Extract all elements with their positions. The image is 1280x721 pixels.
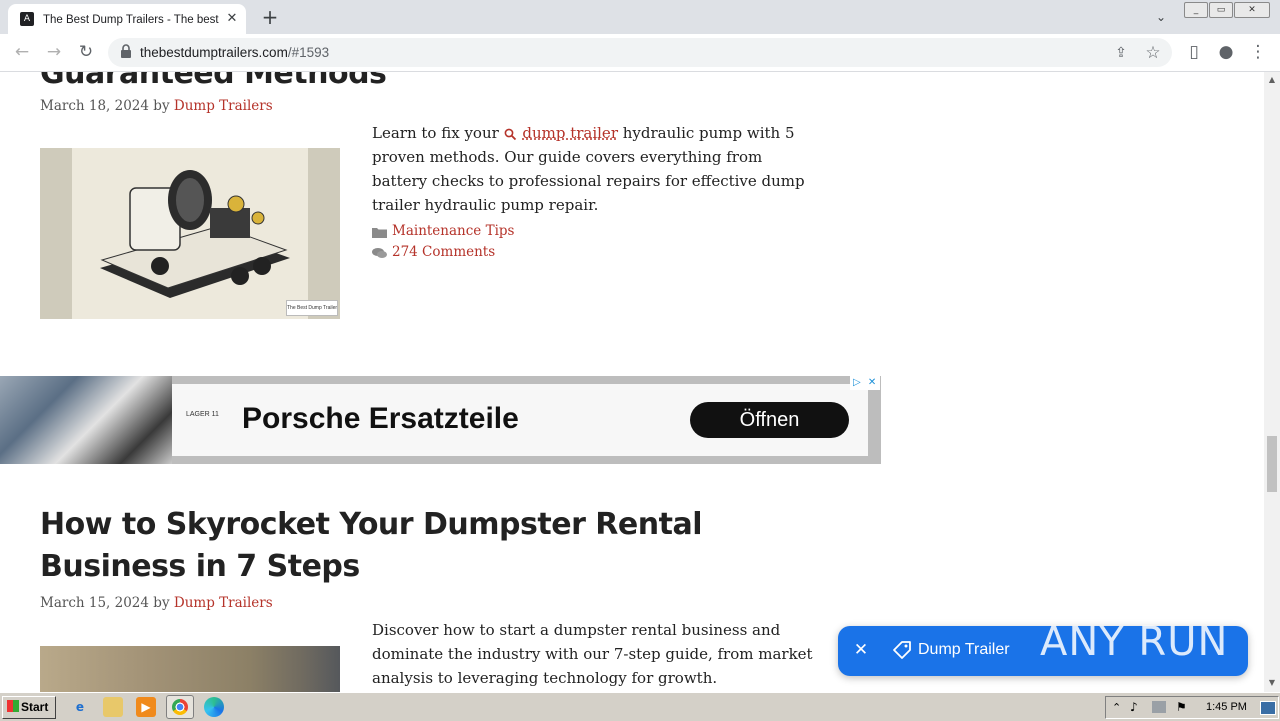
share-icon[interactable]: ⇪ <box>1110 42 1132 64</box>
bookmark-star-icon[interactable]: ☆ <box>1142 42 1164 64</box>
browser-menu-icon[interactable]: ⋮ <box>1244 38 1272 66</box>
post-meta: March 18, 2024 by Dump Trailers <box>40 98 273 114</box>
taskbar: Start e ▶ ⌃ ♪ ⚑ 1:45 PM <box>0 692 1280 721</box>
folder-icon[interactable] <box>103 697 123 717</box>
address-bar[interactable]: thebestdumptrailers.com/#1593 ⇪ ☆ <box>108 38 1172 67</box>
post-title[interactable]: How to Skyrocket Your Dumpster Rental Bu… <box>40 504 820 588</box>
scroll-up-arrow-icon[interactable]: ▲ <box>1267 75 1277 85</box>
post-meta: March 15, 2024 by Dump Trailers <box>40 595 273 611</box>
site-favicon-icon: A <box>20 12 34 26</box>
comments-icon <box>372 247 387 258</box>
post-thumbnail[interactable]: The Best Dump Trailer <box>40 148 340 319</box>
search-icon <box>504 128 516 140</box>
back-button[interactable]: ← <box>8 38 36 66</box>
network-icon[interactable] <box>1152 701 1166 713</box>
excerpt-start: Learn to fix your <box>372 124 499 142</box>
taskbar-clock[interactable]: 1:45 PM <box>1206 697 1247 718</box>
internet-explorer-icon[interactable]: e <box>70 697 90 717</box>
windows-logo-icon <box>7 700 19 712</box>
keyword-link[interactable]: dump trailer <box>522 124 618 142</box>
side-panel-icon[interactable]: ▯ <box>1180 38 1208 66</box>
window-close-button[interactable]: ✕ <box>1234 2 1270 18</box>
show-desktop-icon[interactable] <box>1260 701 1276 715</box>
tab-title: The Best Dump Trailers - The best du <box>43 14 221 26</box>
post-thumbnail[interactable] <box>40 646 340 692</box>
scroll-down-arrow-icon[interactable]: ▼ <box>1267 678 1277 688</box>
ad-banner[interactable]: LAGER 11 Porsche Ersatzteile Öffnen <box>0 376 881 464</box>
ad-open-button[interactable]: Öffnen <box>690 402 849 438</box>
post-excerpt: Discover how to start a dumpster rental … <box>372 621 813 687</box>
profile-avatar[interactable]: ● <box>1212 38 1240 66</box>
scrollbar-thumb[interactable] <box>1267 436 1277 492</box>
ad-image[interactable] <box>0 376 172 464</box>
thumbnail-watermark: The Best Dump Trailer <box>286 300 338 316</box>
folder-icon <box>372 227 387 238</box>
tag-icon <box>893 641 911 659</box>
post-category: Maintenance Tips <box>372 223 514 239</box>
anyrun-watermark: ANY RUN <box>1040 619 1229 665</box>
volume-icon[interactable]: ♪ <box>1130 697 1138 718</box>
ad-close-icon[interactable]: ✕ <box>868 377 876 388</box>
ad-logo: LAGER 11 <box>186 411 219 418</box>
edge-icon[interactable] <box>204 697 224 717</box>
media-player-icon[interactable]: ▶ <box>136 697 156 717</box>
author-link[interactable]: Dump Trailers <box>174 98 273 114</box>
system-tray: ⌃ ♪ ⚑ 1:45 PM <box>1105 696 1279 719</box>
tab-close-icon[interactable]: ✕ <box>223 10 241 28</box>
page-content: Guaranteed Methods March 18, 2024 by Dum… <box>0 72 1264 692</box>
ad-headline[interactable]: Porsche Ersatzteile <box>242 402 519 436</box>
start-button[interactable]: Start <box>2 696 56 719</box>
minimize-button[interactable]: _ <box>1184 2 1208 18</box>
comments-link[interactable]: 274 Comments <box>392 244 495 260</box>
lock-icon[interactable] <box>120 44 132 58</box>
post-comments: 274 Comments <box>372 244 495 260</box>
ad-choices[interactable]: ▷ ✕ <box>850 376 880 390</box>
url-text[interactable]: thebestdumptrailers.com/#1593 <box>140 43 329 63</box>
by-label: by <box>153 595 170 611</box>
browser-toolbar: ← → ↻ thebestdumptrailers.com/#1593 ⇪ ☆ … <box>0 34 1280 72</box>
action-center-flag-icon[interactable]: ⚑ <box>1176 697 1187 718</box>
page-scrollbar[interactable]: ▲ ▼ <box>1264 72 1280 692</box>
chrome-taskbar-button[interactable] <box>166 695 194 719</box>
url-host: thebestdumptrailers.com <box>140 45 288 60</box>
maximize-button[interactable]: ▭ <box>1209 2 1233 18</box>
widget-label[interactable]: Dump Trailer <box>918 639 1010 661</box>
url-path: /#1593 <box>287 45 330 60</box>
author-link[interactable]: Dump Trailers <box>174 595 273 611</box>
hydraulic-pump-illustration <box>40 148 340 319</box>
chrome-icon <box>172 699 188 715</box>
ad-content[interactable]: LAGER 11 Porsche Ersatzteile Öffnen <box>172 384 868 456</box>
start-label: Start <box>21 700 49 714</box>
ad-choices-icon[interactable]: ▷ <box>853 377 861 388</box>
tab-search-button[interactable]: ⌄ <box>1150 6 1172 28</box>
tray-expand-icon[interactable]: ⌃ <box>1112 697 1121 718</box>
category-link[interactable]: Maintenance Tips <box>392 223 514 239</box>
new-tab-button[interactable]: + <box>258 5 282 29</box>
post-title[interactable]: Guaranteed Methods <box>40 72 387 91</box>
post-date: March 18, 2024 <box>40 98 149 114</box>
post-excerpt: Learn to fix your dump trailer hydraulic… <box>372 121 822 217</box>
by-label: by <box>153 98 170 114</box>
browser-tab[interactable]: A The Best Dump Trailers - The best du ✕ <box>8 4 246 34</box>
reload-button[interactable]: ↻ <box>72 38 100 66</box>
post-date: March 15, 2024 <box>40 595 149 611</box>
forward-button[interactable]: → <box>40 38 68 66</box>
tab-strip: A The Best Dump Trailers - The best du ✕… <box>0 0 1280 34</box>
widget-close-icon[interactable]: ✕ <box>850 639 872 661</box>
